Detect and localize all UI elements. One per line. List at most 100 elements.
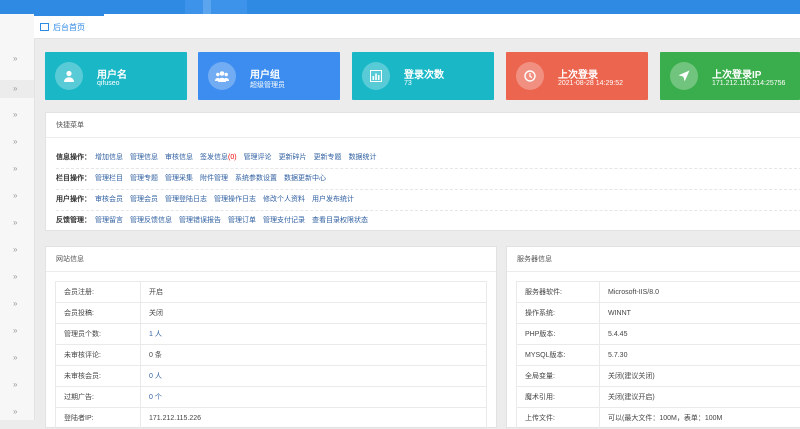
link-manage-columns[interactable]: 管理栏目: [95, 173, 123, 183]
link-manage-collection[interactable]: 管理采集: [165, 173, 193, 183]
sidebar-expand-icon[interactable]: »: [13, 407, 17, 416]
link-edit-profile[interactable]: 修改个人资料: [263, 194, 305, 204]
calendar-icon: [40, 23, 49, 31]
link-manage-messages[interactable]: 管理留言: [95, 215, 123, 225]
link-manage-info[interactable]: 管理信息: [130, 152, 158, 162]
row-value: 5.4.45: [600, 324, 800, 345]
row-value[interactable]: 0 人: [141, 366, 487, 387]
tab-label: 后台首页: [53, 22, 85, 33]
table-row: 上传文件:可以(最大文件：100M，表单：100M: [517, 408, 800, 429]
sidebar-expand-icon[interactable]: »: [13, 164, 17, 173]
link-review-members[interactable]: 审核会员: [95, 194, 123, 204]
stat-card-login-count: 登录次数 73: [352, 52, 494, 100]
tab-home[interactable]: 后台首页: [34, 14, 104, 38]
link-attachments[interactable]: 附件管理: [200, 173, 228, 183]
row-value: 可以(最大文件：100M，表单：100M: [600, 408, 800, 429]
chart-icon: [362, 62, 390, 90]
sidebar-expand-icon[interactable]: »: [13, 110, 17, 119]
sidebar-expand-icon[interactable]: »: [13, 326, 17, 335]
stat-value: qifuseo: [97, 80, 120, 87]
tab-bar: 后台首页: [34, 14, 800, 39]
top-nav-item[interactable]: [185, 0, 247, 14]
link-manage-orders[interactable]: 管理订单: [228, 215, 256, 225]
link-update-topics[interactable]: 更新专题: [314, 152, 342, 162]
link-review-info[interactable]: 审核信息: [165, 152, 193, 162]
row-key: 会员注册:: [56, 282, 141, 303]
row-label: 栏目操作：: [56, 173, 91, 183]
row-value: 开启: [141, 282, 487, 303]
link-directory-permissions[interactable]: 查看目录权限状态: [312, 215, 368, 225]
table-row: 服务器软件:Microsoft-IIS/8.0: [517, 282, 800, 303]
link-system-settings[interactable]: 系统参数设置: [235, 173, 277, 183]
sidebar-expand-icon[interactable]: »: [13, 245, 17, 254]
link-update-fragments[interactable]: 更新碎片: [279, 152, 307, 162]
row-value: 171.212.115.226: [141, 408, 487, 429]
row-key: 操作系统:: [517, 303, 600, 324]
top-nav-indicator: [203, 0, 211, 14]
link-operation-logs[interactable]: 管理操作日志: [214, 194, 256, 204]
sidebar-expand-icon[interactable]: »: [13, 218, 17, 227]
panel-title: 快捷菜单: [46, 113, 800, 138]
row-value[interactable]: 0 条: [141, 345, 487, 366]
table-row: 会员投稿:关闭: [56, 303, 487, 324]
row-value[interactable]: 0 个: [141, 387, 487, 408]
link-payment-records[interactable]: 管理支付记录: [263, 215, 305, 225]
stat-value: 超级管理员: [250, 80, 285, 90]
sidebar-expand-icon[interactable]: »: [13, 272, 17, 281]
row-key: 过期广告:: [56, 387, 141, 408]
row-value: WINNT: [600, 303, 800, 324]
sidebar-expand-icon[interactable]: »: [13, 353, 17, 362]
link-data-stats[interactable]: 数据统计: [349, 152, 377, 162]
site-info-panel: 网站信息 会员注册:开启 会员投稿:关闭 管理员个数:1 人 未审核评论:0 条…: [45, 246, 497, 428]
stat-value: 2021-08-28 14:29:52: [558, 80, 623, 87]
row-key: 登陆者IP:: [56, 408, 141, 429]
sidebar-expand-icon[interactable]: »: [0, 80, 34, 98]
panel-title: 网站信息: [46, 247, 496, 272]
stat-title: 上次登录IP: [712, 66, 761, 81]
stat-title: 上次登录: [558, 66, 598, 81]
link-manage-members[interactable]: 管理会员: [130, 194, 158, 204]
row-value[interactable]: 1 人: [141, 324, 487, 345]
row-key: 管理员个数:: [56, 324, 141, 345]
link-data-update-center[interactable]: 数据更新中心: [284, 173, 326, 183]
quick-menu-row-feedback: 反馈管理： 管理留言 管理反馈信息 管理错误报告 管理订单 管理支付记录 查看目…: [56, 210, 375, 229]
site-info-table: 会员注册:开启 会员投稿:关闭 管理员个数:1 人 未审核评论:0 条 未审核会…: [55, 281, 487, 429]
link-add-info[interactable]: 增加信息: [95, 152, 123, 162]
link-manage-feedback[interactable]: 管理反馈信息: [130, 215, 172, 225]
table-row: 管理员个数:1 人: [56, 324, 487, 345]
stat-title: 用户名: [97, 66, 127, 81]
sidebar-expand-icon[interactable]: »: [13, 191, 17, 200]
sidebar-expand-icon[interactable]: »: [13, 137, 17, 146]
link-manage-topics[interactable]: 管理专题: [130, 173, 158, 183]
link-manage-comments[interactable]: 管理评论: [244, 152, 272, 162]
stat-title: 登录次数: [404, 66, 444, 81]
link-sign-info-label: 签发信息: [200, 154, 228, 161]
row-key: 未审核会员:: [56, 366, 141, 387]
sidebar: » » » » » » » » » » » » » »: [0, 14, 35, 420]
row-label: 反馈管理：: [56, 215, 91, 225]
row-key: 魔术引用:: [517, 387, 600, 408]
sidebar-expand-icon[interactable]: »: [13, 380, 17, 389]
row-value: Microsoft-IIS/8.0: [600, 282, 800, 303]
link-login-logs[interactable]: 管理登陆日志: [165, 194, 207, 204]
link-error-reports[interactable]: 管理错误报告: [179, 215, 221, 225]
sign-info-count-badge: (0): [228, 154, 237, 161]
table-row: 未审核会员:0 人: [56, 366, 487, 387]
group-icon: [208, 62, 236, 90]
sidebar-expand-icon[interactable]: »: [13, 299, 17, 308]
link-user-publish-stats[interactable]: 用户发布统计: [312, 194, 354, 204]
link-sign-info[interactable]: 签发信息(0): [200, 152, 237, 162]
table-row: PHP版本:5.4.45: [517, 324, 800, 345]
quick-menu-row-user: 用户操作： 审核会员 管理会员 管理登陆日志 管理操作日志 修改个人资料 用户发…: [56, 189, 361, 208]
row-label: 信息操作：: [56, 152, 91, 162]
row-key: 会员投稿:: [56, 303, 141, 324]
row-label: 用户操作：: [56, 194, 91, 204]
row-key: 全局变量:: [517, 366, 600, 387]
stat-value: 171.212.115.214:25756: [712, 80, 785, 87]
table-row: 全局变量:关闭(建议关闭): [517, 366, 800, 387]
stat-card-last-login-ip: 上次登录IP 171.212.115.214:25756: [660, 52, 800, 100]
quick-menu-row-column: 栏目操作： 管理栏目 管理专题 管理采集 附件管理 系统参数设置 数据更新中心: [56, 168, 333, 187]
top-navbar: [0, 0, 800, 14]
sidebar-expand-icon[interactable]: »: [13, 54, 17, 63]
row-key: MYSQL版本:: [517, 345, 600, 366]
